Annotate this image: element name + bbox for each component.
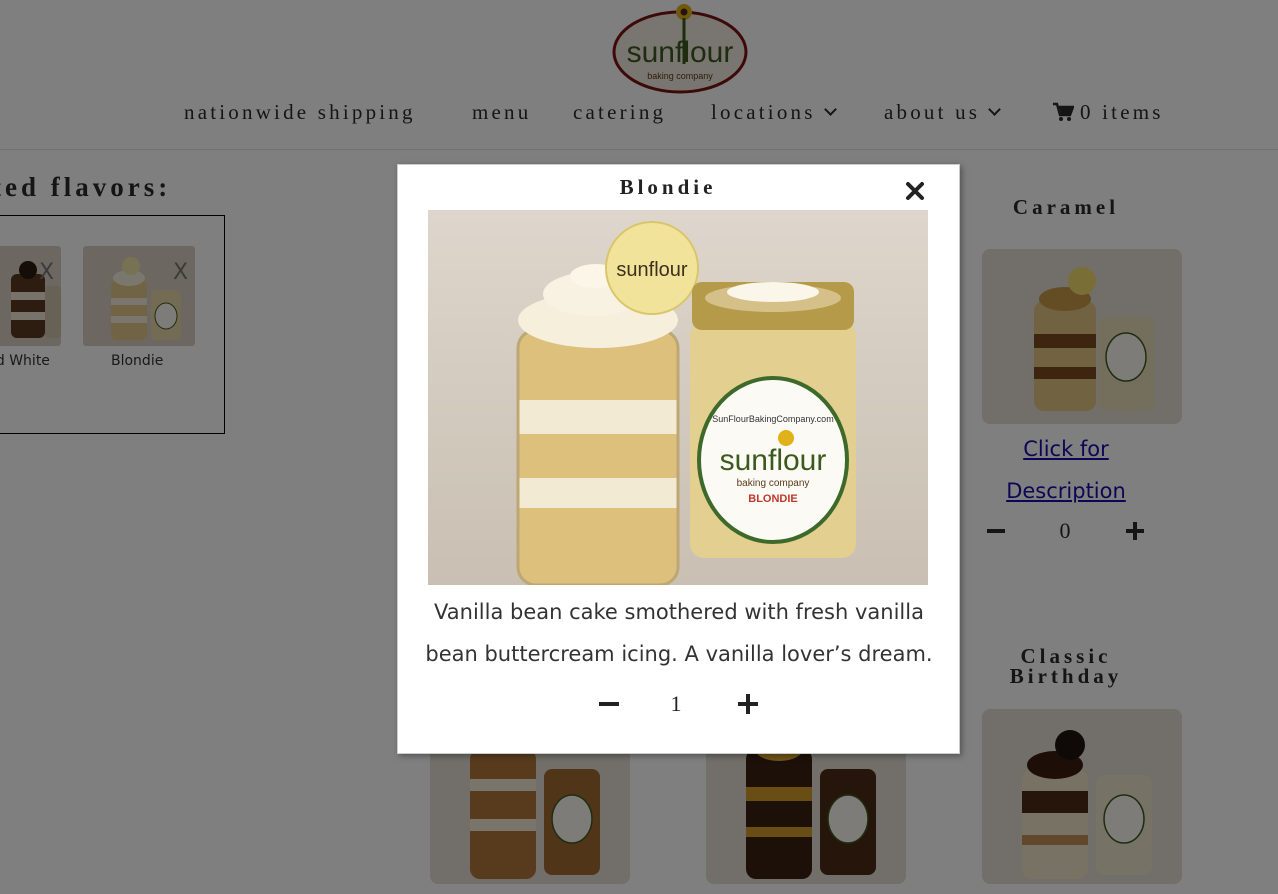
product-modal: Blondie sunflour SunFlourBakingCompany.c… [397,164,960,754]
close-icon[interactable] [903,179,927,203]
modal-description: Vanilla bean cake smothered with fresh v… [425,600,933,666]
jar-url-text: SunFlourBakingCompany.com [712,414,833,424]
modal-quantity: 1 [670,691,682,716]
modal-title: Blondie [619,175,717,199]
jar-flavor-text: BLONDIE [748,493,798,505]
minus-icon[interactable] [598,693,620,715]
jar-logo-text: sunflour [616,259,687,281]
jar-logo-text: sunflour [720,444,827,477]
jar-tagline-text: baking company [737,478,810,489]
modal-product-image: sunflour SunFlourBakingCompany.com sunfl… [428,210,928,585]
plus-icon[interactable] [737,693,759,715]
